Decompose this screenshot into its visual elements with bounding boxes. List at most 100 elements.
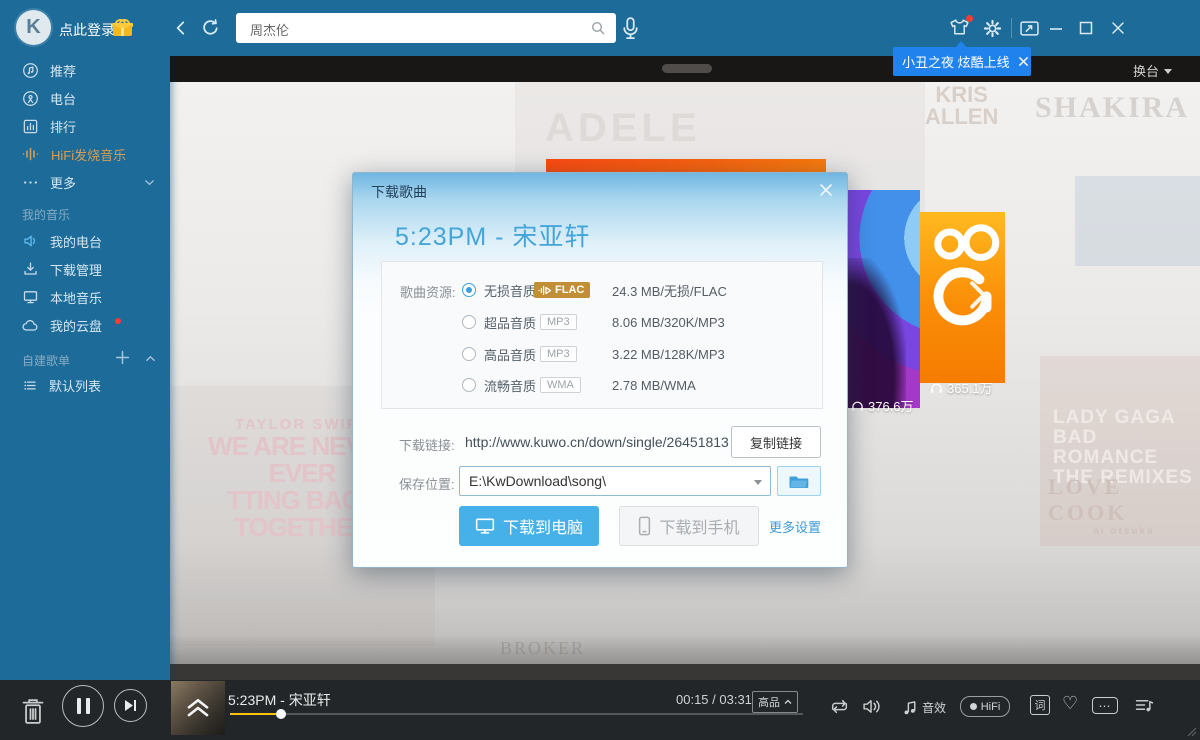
add-playlist-icon[interactable] xyxy=(114,349,131,366)
sidebar-item-my-radio[interactable]: 我的电台 xyxy=(0,227,170,255)
channel-switch-button[interactable]: 换台 xyxy=(1133,61,1172,80)
format-badge: WMA xyxy=(540,377,581,393)
more-settings-link[interactable]: 更多设置 xyxy=(769,517,821,536)
sidebar-item-label: 我的电台 xyxy=(50,232,102,251)
resize-grip[interactable] xyxy=(1187,727,1197,737)
next-icon xyxy=(124,699,137,712)
quality-option-lossless[interactable]: 无损音质 FLAC 24.3 MB/无损/FLAC xyxy=(382,275,822,305)
login-link[interactable]: 点此登录 xyxy=(59,20,115,40)
download-to-pc-button[interactable]: 下载到电脑 xyxy=(459,506,599,546)
quality-option-smooth[interactable]: 流畅音质 WMA 2.78 MB/WMA xyxy=(382,370,822,400)
quality-info: 24.3 MB/无损/FLAC xyxy=(612,281,727,300)
mini-mode-icon[interactable] xyxy=(1020,21,1039,36)
quality-panel: 歌曲资源: 无损音质 FLAC 24.3 MB/无损/FLAC 超品音质 MP3… xyxy=(381,261,823,409)
expand-chevrons-up-icon xyxy=(185,697,211,719)
quality-badge[interactable]: 高品 xyxy=(752,691,798,713)
notification-close-icon[interactable] xyxy=(1018,56,1029,67)
chart-bars-icon xyxy=(22,118,39,135)
maximize-icon[interactable] xyxy=(1079,21,1093,35)
play-count: 365.1万 xyxy=(930,378,993,397)
carousel-next-icon[interactable] xyxy=(967,280,989,310)
download-to-phone-button[interactable]: 下载到手机 xyxy=(619,506,759,546)
sidebar-item-default-playlist[interactable]: 默认列表 xyxy=(0,371,170,399)
channel-switch-label: 换台 xyxy=(1133,61,1159,80)
quality-name: 超品音质 xyxy=(484,313,536,332)
microphone-icon[interactable] xyxy=(622,17,639,40)
progress-fill xyxy=(230,713,282,715)
album-art[interactable] xyxy=(171,681,225,735)
radio[interactable] xyxy=(462,378,476,392)
lyrics-button[interactable]: 词 xyxy=(1030,695,1050,715)
radio[interactable] xyxy=(462,347,476,361)
kuwo-logo-icon[interactable]: K xyxy=(16,10,51,45)
search-input[interactable] xyxy=(248,13,582,45)
more-options-button[interactable]: ⋯ xyxy=(1092,697,1118,714)
radio-icon xyxy=(22,90,39,107)
quality-option-high[interactable]: 高品音质 MP3 3.22 MB/128K/MP3 xyxy=(382,339,822,369)
pause-button[interactable] xyxy=(62,685,104,727)
browse-folder-button[interactable] xyxy=(777,466,821,496)
quality-badge-label: 高品 xyxy=(758,694,780,710)
search-icon[interactable] xyxy=(590,20,606,36)
carousel-tile-1[interactable] xyxy=(846,190,920,408)
radio[interactable] xyxy=(462,315,476,329)
song-title: 5:23PM - 宋亚轩 xyxy=(395,217,590,253)
collapse-chevron-up-icon[interactable] xyxy=(143,351,158,366)
format-badge: MP3 xyxy=(540,346,577,362)
sidebar-item-label: 推荐 xyxy=(50,61,76,80)
sidebar-item-ranking[interactable]: 排行 xyxy=(0,112,170,140)
chevron-down-icon[interactable] xyxy=(142,175,157,190)
copy-link-button[interactable]: 复制链接 xyxy=(731,426,821,458)
sidebar-item-label: 我的云盘 xyxy=(50,316,102,335)
play-queue-icon[interactable] xyxy=(1134,697,1154,714)
refresh-icon[interactable] xyxy=(201,18,220,37)
repeat-mode-icon[interactable] xyxy=(829,698,850,715)
minimize-icon[interactable] xyxy=(1049,21,1063,35)
download-dialog: 下载歌曲 5:23PM - 宋亚轩 歌曲资源: 无损音质 FLAC 24.3 M… xyxy=(352,172,848,568)
backdrop-text: LOVE COOK ai otsuka xyxy=(1048,474,1200,537)
hifi-label: HiFi xyxy=(981,701,1001,713)
search-box xyxy=(236,13,616,43)
radio-selected[interactable] xyxy=(462,283,476,297)
quality-option-super[interactable]: 超品音质 MP3 8.06 MB/320K/MP3 xyxy=(382,307,822,337)
next-track-button[interactable] xyxy=(114,689,147,722)
progress-track[interactable] xyxy=(230,713,803,715)
sidebar-item-recommend[interactable]: 推荐 xyxy=(0,56,170,84)
trash-icon[interactable] xyxy=(20,697,46,726)
play-count: 376.6万 xyxy=(851,396,914,415)
volume-icon[interactable] xyxy=(862,698,883,715)
favorite-heart-icon[interactable]: ♡ xyxy=(1062,693,1078,714)
time-display: 00:15 / 03:31 xyxy=(676,692,752,707)
hifi-toggle[interactable]: HiFi xyxy=(960,696,1010,717)
divider xyxy=(1011,18,1012,38)
sound-effect-label: 音效 xyxy=(922,699,946,716)
quality-name: 无损音质 xyxy=(484,281,536,300)
dialog-close-icon[interactable] xyxy=(819,183,833,197)
kwai-logo-icon xyxy=(920,220,1005,350)
now-playing-title: 5:23PM - 宋亚轩 xyxy=(228,690,331,710)
sidebar-item-cloud-drive[interactable]: 我的云盘 xyxy=(0,311,170,339)
phone-icon xyxy=(638,516,651,536)
sidebar-item-label: 默认列表 xyxy=(49,376,101,395)
sidebar-item-downloads[interactable]: 下载管理 xyxy=(0,255,170,283)
monitor-icon xyxy=(475,517,495,535)
sidebar-item-local-music[interactable]: 本地音乐 xyxy=(0,283,170,311)
settings-gear-icon[interactable] xyxy=(983,19,1002,38)
sidebar-item-hifi[interactable]: HiFi发烧音乐 xyxy=(0,140,170,168)
notification-toast[interactable]: 小丑之夜 炫酷上线 xyxy=(893,47,1031,76)
back-icon[interactable] xyxy=(172,19,190,37)
drag-handle[interactable] xyxy=(662,64,712,73)
caret-down-icon[interactable] xyxy=(754,480,762,485)
ellipsis-icon xyxy=(22,174,39,191)
progress-knob[interactable] xyxy=(276,709,286,719)
headphone-icon xyxy=(930,382,943,394)
carousel-tile-kwai[interactable] xyxy=(920,212,1005,383)
sound-effect-button[interactable]: 音效 xyxy=(903,699,946,716)
sidebar-item-radio[interactable]: 电台 xyxy=(0,84,170,112)
sidebar-item-more[interactable]: 更多 xyxy=(0,168,170,196)
save-path-combobox[interactable]: E:\KwDownload\song\ xyxy=(459,466,771,496)
gift-icon[interactable] xyxy=(113,19,132,36)
close-icon[interactable] xyxy=(1111,21,1125,35)
download-to-phone-label: 下载到手机 xyxy=(659,514,739,538)
dialog-title: 下载歌曲 xyxy=(371,182,427,202)
